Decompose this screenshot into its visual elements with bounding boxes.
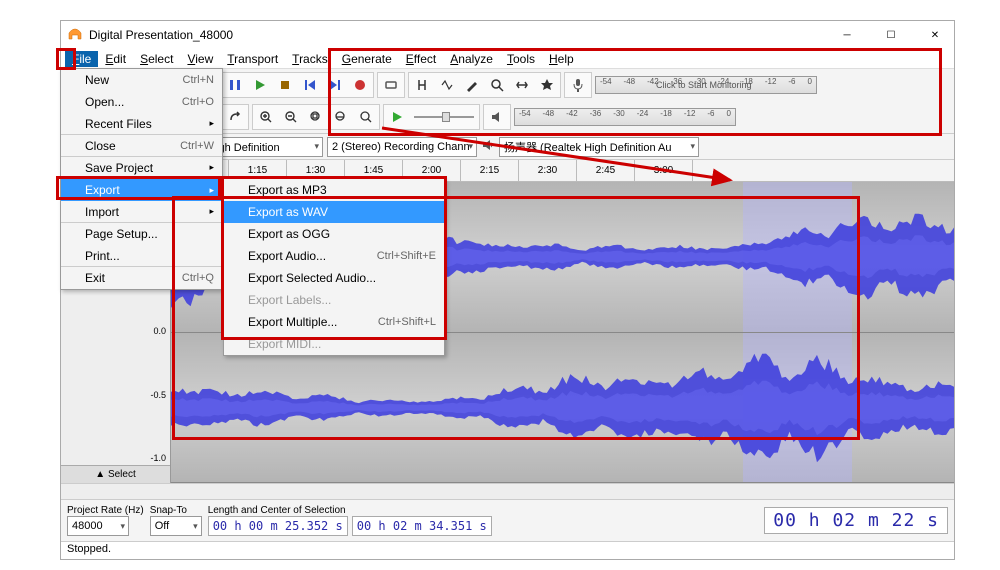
menu-edit[interactable]: Edit <box>98 51 133 67</box>
close-button[interactable]: ✕ <box>922 25 948 45</box>
pause-button[interactable] <box>223 74 247 96</box>
menu-item-labels: Export Labels... <box>224 289 444 311</box>
play-device-dropdown[interactable]: 扬声器 (Realtek High Definition Au <box>499 137 699 157</box>
menu-effect[interactable]: Effect <box>399 51 443 67</box>
menu-item-audio[interactable]: Export Audio...Ctrl+Shift+E <box>224 245 444 267</box>
menu-item-save[interactable]: Save Project▸ <box>61 157 222 179</box>
app-icon <box>67 27 83 43</box>
rec-channels-dropdown[interactable]: 2 (Stereo) Recording Chann <box>327 137 477 157</box>
track-select-button[interactable]: ▲ Select <box>61 465 170 483</box>
selection-tool[interactable] <box>410 74 434 96</box>
menu-tools[interactable]: Tools <box>500 51 542 67</box>
project-rate-dropdown[interactable]: 48000 <box>67 516 129 536</box>
titlebar: Digital Presentation_48000 ─ ☐ ✕ <box>61 21 954 49</box>
loop-button[interactable] <box>379 74 403 96</box>
play-button[interactable] <box>248 74 272 96</box>
selection-end[interactable]: 00 h 02 m 34.351 s <box>352 516 492 536</box>
menubar: FileEditSelectViewTransportTracksGenerat… <box>61 49 954 69</box>
snap-label: Snap-To <box>150 505 202 516</box>
zoom-fit-button[interactable] <box>329 106 353 128</box>
maximize-button[interactable]: ☐ <box>878 25 904 45</box>
window-title: Digital Presentation_48000 <box>89 28 834 42</box>
menu-item-midi: Export MIDI... <box>224 333 444 355</box>
recording-meter[interactable]: -54-48-42-36-30-24-18-12-60 Click to Sta… <box>595 76 817 94</box>
export-submenu-popup: Export as MP3Export as WAVExport as OGGE… <box>223 178 445 356</box>
menu-item-ogg[interactable]: Export as OGG <box>224 223 444 245</box>
audio-position[interactable]: 00 h 02 m 22 s <box>764 507 948 534</box>
speaker-device-icon <box>481 138 495 155</box>
timeshift-tool[interactable] <box>510 74 534 96</box>
menu-item-page[interactable]: Page Setup... <box>61 223 222 245</box>
envelope-tool[interactable] <box>435 74 459 96</box>
zoom-sel-button[interactable] <box>304 106 328 128</box>
menu-select[interactable]: Select <box>133 51 180 67</box>
menu-item-recent[interactable]: Recent Files▸ <box>61 113 222 135</box>
menu-item-exit[interactable]: ExitCtrl+Q <box>61 267 222 289</box>
zoom-in-button[interactable] <box>254 106 278 128</box>
menu-item-sel[interactable]: Export Selected Audio... <box>224 267 444 289</box>
meter-hint: Click to Start Monitoring <box>656 80 752 90</box>
menu-view[interactable]: View <box>180 51 220 67</box>
skip-start-button[interactable] <box>298 74 322 96</box>
horizontal-scrollbar[interactable] <box>61 483 954 499</box>
zoom-tool[interactable] <box>485 74 509 96</box>
menu-item-print[interactable]: Print... <box>61 245 222 267</box>
menu-item-multi[interactable]: Export Multiple...Ctrl+Shift+L <box>224 311 444 333</box>
selection-toolbar: Project Rate (Hz) 48000 Snap-To Off Leng… <box>61 499 954 541</box>
speaker-icon <box>485 106 509 128</box>
zoom-out-button[interactable] <box>279 106 303 128</box>
selection-start[interactable]: 00 h 00 m 25.352 s <box>208 516 348 536</box>
menu-item-new[interactable]: NewCtrl+N <box>61 69 222 91</box>
mic-icon <box>566 74 590 96</box>
draw-tool[interactable] <box>460 74 484 96</box>
zoom-toggle-button[interactable] <box>354 106 378 128</box>
menu-transport[interactable]: Transport <box>220 51 285 67</box>
menu-item-import[interactable]: Import▸ <box>61 201 222 223</box>
menu-item-export[interactable]: Export▸ <box>61 179 222 201</box>
menu-item-open[interactable]: Open...Ctrl+O <box>61 91 222 113</box>
snap-dropdown[interactable]: Off <box>150 516 202 536</box>
menu-generate[interactable]: Generate <box>335 51 399 67</box>
menu-file[interactable]: File <box>65 51 98 67</box>
multi-tool[interactable] <box>535 74 559 96</box>
menu-item-close[interactable]: CloseCtrl+W <box>61 135 222 157</box>
playback-speed-slider[interactable] <box>414 110 474 124</box>
file-menu-popup: NewCtrl+NOpen...Ctrl+ORecent Files▸Close… <box>60 68 223 290</box>
project-rate-label: Project Rate (Hz) <box>67 505 144 516</box>
selection-label: Length and Center of Selection <box>208 505 759 516</box>
menu-tracks[interactable]: Tracks <box>285 51 335 67</box>
menu-item-wav[interactable]: Export as WAV <box>224 201 444 223</box>
stop-button[interactable] <box>273 74 297 96</box>
playback-meter[interactable]: -54-48-42-36-30-24-18-12-60 <box>514 108 736 126</box>
menu-analyze[interactable]: Analyze <box>443 51 500 67</box>
status-bar: Stopped. <box>61 541 954 559</box>
skip-end-button[interactable] <box>323 74 347 96</box>
record-button[interactable] <box>348 74 372 96</box>
minimize-button[interactable]: ─ <box>834 25 860 45</box>
play-at-speed-button[interactable] <box>385 106 409 128</box>
redo-button[interactable] <box>223 106 247 128</box>
menu-help[interactable]: Help <box>542 51 581 67</box>
menu-item-mp3[interactable]: Export as MP3 <box>224 179 444 201</box>
